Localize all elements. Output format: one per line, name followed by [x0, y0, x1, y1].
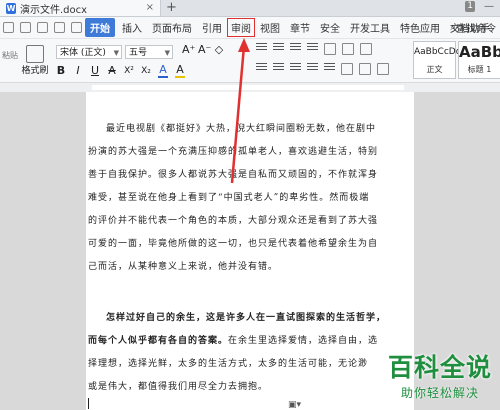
- grow-font-button[interactable]: A⁺: [182, 43, 195, 56]
- text-line: 择理想，选择光鲜，太多的生活方式，太多的生活可能，无论渺: [88, 359, 369, 369]
- redo-icon[interactable]: [71, 22, 82, 33]
- tab-chapter[interactable]: 章节: [285, 20, 315, 35]
- tab-references[interactable]: 引用: [197, 20, 227, 35]
- save-icon[interactable]: [20, 22, 31, 33]
- tab-review[interactable]: 审阅: [227, 18, 255, 37]
- strikethrough-button[interactable]: A: [107, 64, 117, 77]
- paragraph-tools-row2: [256, 63, 389, 75]
- text-line: 或是伟大，都值得我们用尽全力去拥抱。: [88, 382, 269, 392]
- new-tab-button[interactable]: +: [166, 0, 177, 16]
- font-name-select[interactable]: 宋体 (正文) ▼: [56, 45, 122, 59]
- text-line: 扮演的苏大强是一个充满压抑感的孤单老人，喜欢逃避生活，特别: [88, 147, 379, 157]
- watermark-subtitle: 助你轻松解决: [400, 386, 479, 400]
- tab-developer[interactable]: 开发工具: [345, 20, 395, 35]
- menu-hamburger-icon[interactable]: [3, 22, 14, 33]
- menu-bar: 开始 插入 页面布局 引用 审阅 视图 章节 安全 开发工具 特色应用 文档助手…: [0, 17, 500, 39]
- ruler-scale: [92, 85, 404, 90]
- watermark-title: 百科全说: [387, 353, 492, 382]
- justify-icon[interactable]: [307, 63, 318, 72]
- tab-special-apps[interactable]: 特色应用: [395, 20, 445, 35]
- tab-close-button[interactable]: ×: [146, 0, 154, 16]
- highlight-button[interactable]: A: [175, 63, 185, 78]
- text-line: 己而活，从某种意义上来说，他并没有错。: [88, 262, 279, 272]
- tab-insert[interactable]: 插入: [117, 20, 147, 35]
- superscript-button[interactable]: X²: [124, 66, 134, 76]
- distributed-icon[interactable]: [324, 63, 335, 72]
- format-painter-label: 格式刷: [21, 66, 49, 76]
- text-line: 最近电视剧《都挺好》大热，倪大红瞬间圈粉无数，他在剧中: [106, 124, 377, 134]
- window-count-badge[interactable]: 1: [465, 1, 475, 12]
- italic-button[interactable]: I: [73, 64, 83, 77]
- undo-icon[interactable]: [54, 22, 65, 33]
- font-size-value: 五号: [129, 48, 148, 58]
- document-tab[interactable]: W 演示文件.docx ×: [0, 0, 161, 16]
- writer-doc-icon: W: [6, 2, 16, 14]
- paragraph-1[interactable]: 最近电视剧《都挺好》大热，倪大红瞬间圈粉无数，他在剧中 扮演的苏大强是一个充满压…: [88, 118, 412, 279]
- align-left-icon[interactable]: [256, 63, 267, 72]
- format-painter-button[interactable]: 格式刷: [20, 45, 50, 76]
- style-normal[interactable]: AaBbCcDd 正文: [413, 41, 462, 79]
- shading-icon[interactable]: [359, 63, 371, 75]
- borders-icon[interactable]: [377, 63, 389, 75]
- style-name: 正文: [426, 65, 443, 74]
- tab-page-layout[interactable]: 页面布局: [147, 20, 197, 35]
- increase-indent-icon[interactable]: [307, 43, 318, 52]
- clear-format-button[interactable]: ◇: [214, 43, 224, 56]
- minimize-button[interactable]: —: [484, 1, 494, 12]
- chevron-down-icon: ▼: [164, 49, 170, 57]
- text-segment: 在余生里选择爱情，选择自由，选: [228, 336, 379, 346]
- tab-security[interactable]: 安全: [315, 20, 345, 35]
- text-line: 的评价并不能代表一个角色的本质，大部分观众还是看到了苏大强: [88, 216, 379, 226]
- text-line: 善于自我保护。很多人都说苏大强是自私而又顽固的，不作就浑身: [88, 170, 379, 180]
- font-size-tools: A⁺ A⁻ ◇: [182, 43, 224, 56]
- font-size-select[interactable]: 五号 ▼: [125, 45, 173, 59]
- font-color-button[interactable]: A: [158, 63, 168, 78]
- text-cursor: [88, 398, 89, 409]
- paste-label[interactable]: 粘贴: [2, 46, 18, 66]
- align-right-icon[interactable]: [290, 63, 301, 72]
- format-painter-icon: [26, 45, 44, 63]
- text-line: 可爱的一面，毕竟他所做的这一切，也只是代表着他希望余生为自: [88, 239, 379, 249]
- bullet-list-icon[interactable]: [256, 43, 267, 52]
- style-name: 标题 1: [467, 65, 492, 74]
- title-bar: W 演示文件.docx × + 1 —: [0, 0, 500, 17]
- sort-icon[interactable]: [342, 43, 354, 55]
- text-line: 难受，甚至说在他身上看到了“中国式老人”的卑劣性。然而极端: [88, 193, 370, 203]
- shrink-font-button[interactable]: A⁻: [198, 43, 211, 56]
- subscript-button[interactable]: X₂: [141, 66, 151, 76]
- window-controls: 1 —: [465, 1, 494, 12]
- decrease-indent-icon[interactable]: [290, 43, 301, 52]
- ribbon: 粘贴 格式刷 宋体 (正文) ▼ 五号 ▼ A⁺ A⁻ ◇ B I U A X²…: [0, 39, 500, 83]
- horizontal-ruler[interactable]: [0, 83, 500, 92]
- chevron-down-icon: ▼: [113, 49, 119, 57]
- align-center-icon[interactable]: [273, 63, 284, 72]
- numbered-list-icon[interactable]: [273, 43, 284, 52]
- underline-button[interactable]: U: [90, 64, 100, 77]
- paragraph-tools-row1: [256, 43, 372, 55]
- font-name-value: 宋体 (正文): [60, 48, 106, 58]
- paragraph-2[interactable]: 怎样过好自己的余生，这是许多人在一直试图探索的生活哲学， 而每个人似乎都有各自的…: [88, 307, 412, 399]
- text-line-bold: 怎样过好自己的余生，这是许多人在一直试图探索的生活哲学，: [106, 313, 387, 323]
- search-label: 查找命令: [456, 24, 496, 35]
- command-search[interactable]: ⌕ 查找命令: [450, 20, 496, 35]
- watermark-logo: 百科全说 助你轻松解决: [388, 348, 492, 401]
- line-spacing-icon[interactable]: [341, 63, 353, 75]
- print-icon[interactable]: [37, 22, 48, 33]
- style-heading-1[interactable]: AaBb 标题 1: [458, 41, 500, 79]
- show-marks-icon[interactable]: [360, 43, 372, 55]
- chinese-layout-icon[interactable]: [324, 43, 336, 55]
- tab-view[interactable]: 视图: [255, 20, 285, 35]
- tab-title: 演示文件.docx: [20, 4, 88, 16]
- bold-button[interactable]: B: [56, 64, 66, 77]
- clipboard-labels: 粘贴: [2, 46, 18, 66]
- style-sample: AaBb: [459, 43, 500, 61]
- format-buttons: B I U A X² X₂ A A: [56, 63, 185, 78]
- tab-home[interactable]: 开始: [85, 18, 115, 37]
- text-bold-segment: 而每个人似乎都有各自的答案。: [88, 336, 229, 346]
- paste-options-icon[interactable]: ▣▾: [288, 400, 301, 410]
- style-sample: AaBbCcDd: [414, 47, 462, 57]
